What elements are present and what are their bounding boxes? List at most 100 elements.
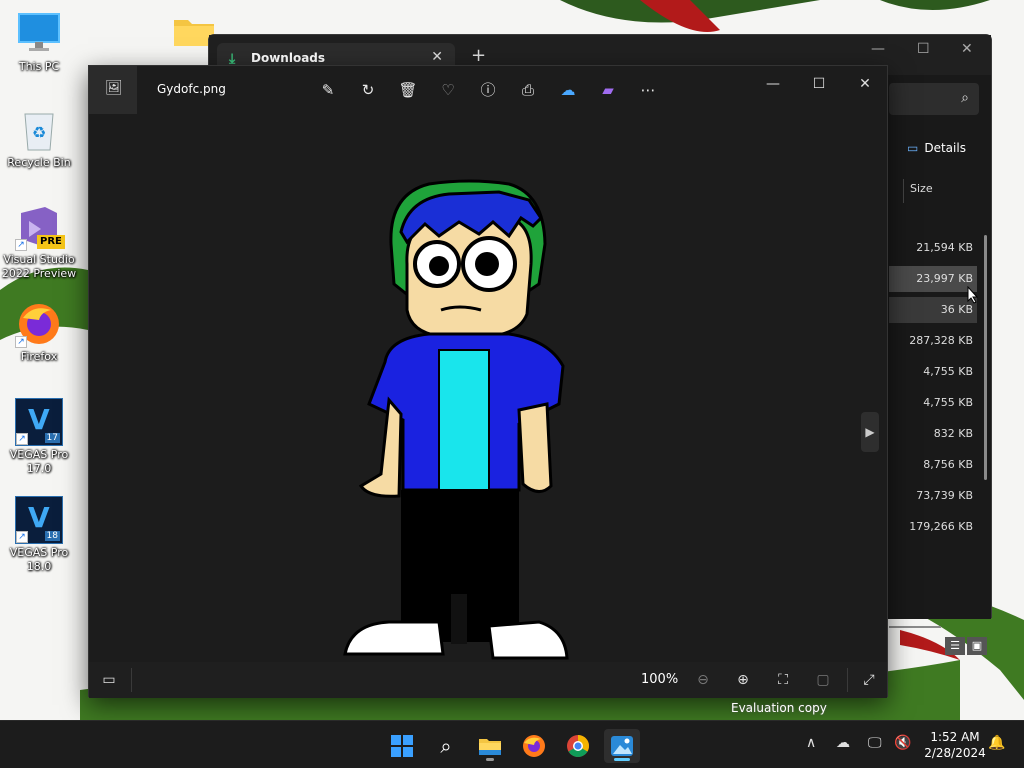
view-toggle: ☰ ▣ [945, 637, 989, 655]
delete-icon[interactable]: 🗑 [396, 78, 420, 102]
new-tab-button[interactable]: + [471, 45, 486, 66]
divider [131, 668, 132, 692]
file-row-size[interactable]: 8,756 KB [889, 452, 977, 478]
details-pane-icon: ▭ [907, 141, 919, 155]
column-header-size[interactable]: Size [903, 179, 983, 203]
viewer-titlebar: 🖼 Gydofc.png ✎ ↻ 🗑 ♡ ⓘ ⎙ ☁ ▰ ⋯ — ☐ ✕ [89, 66, 887, 114]
horizontal-scrollbar[interactable] [889, 626, 941, 628]
divider [847, 668, 848, 692]
viewer-minimize-button[interactable]: — [750, 70, 796, 98]
file-row-size[interactable]: 21,594 KB [889, 235, 977, 261]
edit-image-icon[interactable]: ✎ [316, 78, 340, 102]
actual-size-icon[interactable]: ▢ [811, 668, 835, 692]
file-row-size[interactable]: 832 KB [889, 421, 977, 447]
notification-bell-icon[interactable]: 🔔 [988, 735, 1005, 751]
file-row-size[interactable]: 73,739 KB [889, 483, 977, 509]
character-image [343, 179, 569, 660]
vegas-pro-icon: V 17 ↗ [15, 398, 63, 446]
desktop-icon-vegas-18[interactable]: V 18 ↗ VEGAS Pro 18.0 [0, 496, 78, 574]
taskbar-file-explorer[interactable] [472, 729, 508, 763]
taskbar-photos[interactable] [604, 729, 640, 763]
firefox-icon: ↗ [15, 300, 63, 348]
fullscreen-icon[interactable]: ⤢ [857, 668, 881, 692]
tab-close-icon[interactable]: ✕ [431, 49, 443, 65]
vegas-pro-icon: V 18 ↗ [15, 496, 63, 544]
active-indicator [614, 758, 630, 761]
favorite-icon[interactable]: ♡ [436, 78, 460, 102]
file-row-size[interactable]: 36 KB [889, 297, 977, 323]
windows-icon [391, 735, 413, 757]
next-image-button[interactable]: ▶ [861, 412, 879, 452]
desktop-icon-label: Firefox [20, 350, 58, 363]
viewer-bottombar: ▭ 100% ⊖ ⊕ ⛶ ▢ ⤢ [89, 662, 887, 698]
desktop-icon-firefox[interactable]: ↗ Firefox [0, 300, 78, 364]
search-icon: ⌕ [961, 90, 969, 106]
network-icon[interactable]: 🖵 [868, 735, 882, 751]
file-row-size[interactable]: 4,755 KB [889, 359, 977, 385]
desktop-icon-label: This PC [18, 60, 60, 73]
fit-to-window-icon[interactable]: ⛶ [771, 668, 795, 692]
zoom-level[interactable]: 100% [641, 672, 678, 687]
desktop-icon-visual-studio[interactable]: PRE ↗ Visual Studio 2022 Preview [0, 203, 78, 281]
filmstrip-icon[interactable]: ▭ [97, 668, 121, 692]
search-icon: ⌕ [440, 734, 452, 758]
image-canvas[interactable]: ▶ [89, 114, 889, 662]
search-button[interactable]: ⌕ [428, 729, 464, 763]
gallery-icon: 🖼 [105, 80, 123, 96]
running-indicator [486, 758, 494, 761]
file-row-size[interactable]: 4,755 KB [889, 390, 977, 416]
video-editor-icon[interactable]: ▰ [596, 78, 620, 102]
onedrive-icon[interactable]: ☁ [556, 78, 580, 102]
desktop-icon-recycle-bin[interactable]: ♻ Recycle Bin [0, 106, 78, 170]
photos-icon [611, 736, 633, 756]
show-hidden-icons-icon[interactable]: ∧ [806, 735, 816, 751]
more-icon[interactable]: ⋯ [636, 78, 660, 102]
file-row-size[interactable]: 287,328 KB [889, 328, 977, 354]
tab-title: Downloads [251, 51, 326, 65]
desktop-icon-vegas-17[interactable]: V 17 ↗ VEGAS Pro 17.0 [0, 398, 78, 476]
volume-muted-icon[interactable]: 🔇 [894, 735, 911, 751]
info-icon[interactable]: ⓘ [476, 78, 500, 102]
taskbar-chrome[interactable] [560, 729, 596, 763]
file-row-size[interactable]: 179,266 KB [889, 514, 977, 540]
desktop-icon-this-pc[interactable]: This PC [0, 10, 78, 74]
folder-icon [479, 739, 501, 755]
monitor-icon [15, 10, 63, 58]
vertical-scrollbar[interactable] [984, 235, 987, 480]
shortcut-arrow-icon: ↗ [16, 433, 28, 445]
file-name: Gydofc.png [157, 82, 226, 96]
zoom-in-icon[interactable]: ⊕ [731, 668, 755, 692]
preview-badge: PRE [37, 235, 65, 249]
print-icon[interactable]: ⎙ [516, 78, 540, 102]
taskbar-firefox[interactable] [516, 729, 552, 763]
mouse-cursor-icon [967, 285, 979, 307]
explorer-minimize-button[interactable]: — [871, 41, 885, 57]
viewer-close-button[interactable]: ✕ [842, 70, 888, 98]
onedrive-offline-icon[interactable]: ☁ [836, 735, 850, 751]
firefox-icon [523, 735, 545, 757]
evaluation-watermark: Evaluation copy [731, 701, 827, 715]
search-input[interactable]: ⌕ [889, 83, 979, 115]
vegas-version: 17 [44, 433, 60, 443]
svg-text:♻: ♻ [32, 123, 46, 142]
desktop-icon-label: VEGAS Pro 18.0 [9, 546, 69, 573]
details-view-icon[interactable]: ☰ [945, 637, 965, 655]
visual-studio-icon: PRE ↗ [15, 203, 65, 251]
tiles-view-icon[interactable]: ▣ [967, 637, 987, 655]
photos-viewer-window: 🖼 Gydofc.png ✎ ↻ 🗑 ♡ ⓘ ⎙ ☁ ▰ ⋯ — ☐ ✕ ▶ ▭… [88, 65, 889, 698]
start-button[interactable] [384, 729, 420, 763]
shortcut-arrow-icon: ↗ [15, 239, 27, 251]
viewer-maximize-button[interactable]: ☐ [796, 70, 842, 98]
explorer-close-button[interactable]: ✕ [961, 41, 973, 57]
zoom-out-icon[interactable]: ⊖ [691, 668, 715, 692]
vegas-letter: V [28, 501, 50, 534]
system-clock[interactable]: 1:52 AM 2/28/2024 [920, 729, 990, 761]
chrome-icon [567, 735, 589, 757]
details-button[interactable]: ▭ Details [907, 141, 966, 155]
file-row-size[interactable]: 23,997 KB [889, 266, 977, 292]
gallery-button[interactable]: 🖼 [89, 66, 137, 114]
shortcut-arrow-icon: ↗ [16, 531, 28, 543]
desktop-icon-label: Visual Studio 2022 Preview [1, 253, 77, 280]
rotate-icon[interactable]: ↻ [356, 78, 380, 102]
explorer-maximize-button[interactable]: ☐ [917, 41, 930, 57]
